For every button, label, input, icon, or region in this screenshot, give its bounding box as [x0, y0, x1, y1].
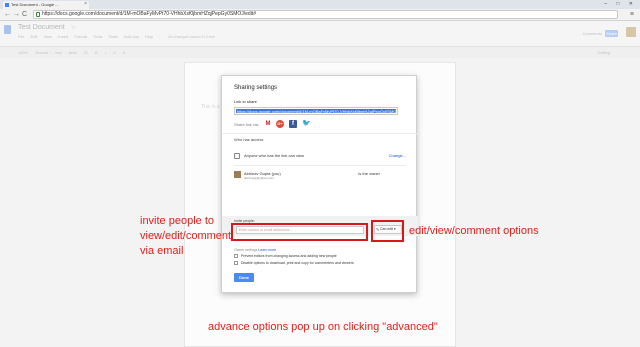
advanced-annotation: advance options pop up on clicking "adva… — [208, 321, 438, 333]
comments-button[interactable]: Comments — [583, 31, 602, 36]
docs-logo-icon[interactable] — [4, 25, 11, 34]
url-text: https://docs.google.com/document/d/1M-mO… — [42, 11, 256, 17]
who-has-access-label: Who has access — [234, 137, 264, 142]
invite-annotation-line-3: via email — [140, 245, 184, 257]
editing-mode-button[interactable]: Editing — [598, 50, 610, 55]
browser-tab-bar: Test Document - Google ... × – □ ✕ — [0, 0, 640, 9]
learn-more-link[interactable]: Learn more — [258, 248, 276, 252]
divider — [234, 165, 406, 166]
owner-role: is the owner — [358, 171, 380, 176]
document-body-text: This is a — [201, 104, 220, 110]
forward-icon[interactable]: → — [13, 10, 20, 19]
divider — [222, 133, 418, 134]
owner-avatar — [234, 171, 241, 178]
share-via-label: Share link via: — [234, 122, 260, 127]
sharing-settings-dialog: Sharing settings Link to share https://d… — [221, 75, 418, 293]
owner-email: abhinavg@yahoo.com — [244, 176, 274, 180]
invite-annotation-line-1: invite people to — [140, 215, 214, 227]
dialog-title: Sharing settings — [234, 85, 278, 91]
format-toolbar: 100% Normal text Arial 11 B I U A Editin… — [0, 46, 640, 58]
prevent-editors-checkbox[interactable] — [234, 254, 238, 259]
share-button[interactable]: Share — [605, 30, 618, 37]
docs-favicon-icon — [5, 3, 9, 7]
document-title[interactable]: Test Document — [18, 24, 65, 31]
permission-highlight-box — [371, 220, 404, 242]
back-icon[interactable]: ← — [4, 10, 11, 19]
invite-annotation-line-2: view/edit/comment — [140, 230, 232, 242]
share-link-value: https://docs.google.com/document/d/1M-mO… — [236, 109, 396, 113]
facebook-icon[interactable]: f — [289, 120, 297, 128]
options-annotation: edit/view/comment options — [409, 225, 539, 237]
link-access-text: Anyone who has the link can view — [244, 153, 305, 158]
link-access-icon — [234, 153, 240, 159]
disable-download-label: Disable options to download, print and c… — [241, 261, 354, 265]
disable-download-option[interactable]: Disable options to download, print and c… — [234, 261, 354, 266]
lock-icon — [36, 12, 40, 17]
reload-icon[interactable]: C — [22, 10, 27, 19]
star-icon[interactable]: ☆ — [71, 24, 76, 31]
browser-menu-icon[interactable]: ≡ — [630, 10, 634, 19]
last-edit-status: All changes saved in Drive — [168, 34, 216, 39]
twitter-icon[interactable]: 🐦 — [302, 120, 311, 128]
link-access-row: Anyone who has the link can view Change.… — [234, 153, 406, 161]
format-tools[interactable]: 100% Normal text Arial 11 B I U A — [18, 50, 126, 55]
docs-header: Test Document ☆ File Edit View Insert Fo… — [0, 21, 640, 58]
docs-menu-bar[interactable]: File Edit View Insert Format Tools Table… — [18, 34, 153, 39]
change-access-link[interactable]: Change... — [389, 153, 406, 158]
address-bar[interactable]: https://docs.google.com/document/d/1M-mO… — [33, 10, 618, 19]
browser-tab[interactable]: Test Document - Google ... × — [3, 1, 89, 9]
gmail-icon[interactable]: M — [264, 120, 272, 128]
close-tab-icon[interactable]: × — [84, 1, 87, 7]
prevent-editors-option[interactable]: Prevent editors from changing access and… — [234, 254, 337, 259]
owner-settings-text: Owner settings — [234, 248, 258, 252]
owner-row: Abhinav Gupta (you) abhinavg@yahoo.com i… — [234, 171, 406, 183]
invite-highlight-box — [231, 223, 368, 241]
prevent-editors-label: Prevent editors from changing access and… — [241, 254, 337, 258]
browser-toolbar: ← → C https://docs.google.com/document/d… — [0, 9, 640, 21]
google-plus-icon[interactable]: G+ — [276, 120, 284, 128]
done-button[interactable]: Done — [234, 273, 254, 282]
link-to-share-label: Link to share — [234, 99, 257, 104]
avatar[interactable] — [626, 27, 636, 37]
tab-title: Test Document - Google ... — [11, 2, 59, 7]
owner-settings-label: Owner settings Learn more — [234, 248, 276, 252]
share-link-field[interactable]: https://docs.google.com/document/d/1M-mO… — [234, 107, 398, 115]
disable-download-checkbox[interactable] — [234, 261, 238, 266]
window-controls[interactable]: – □ ✕ — [604, 1, 637, 7]
